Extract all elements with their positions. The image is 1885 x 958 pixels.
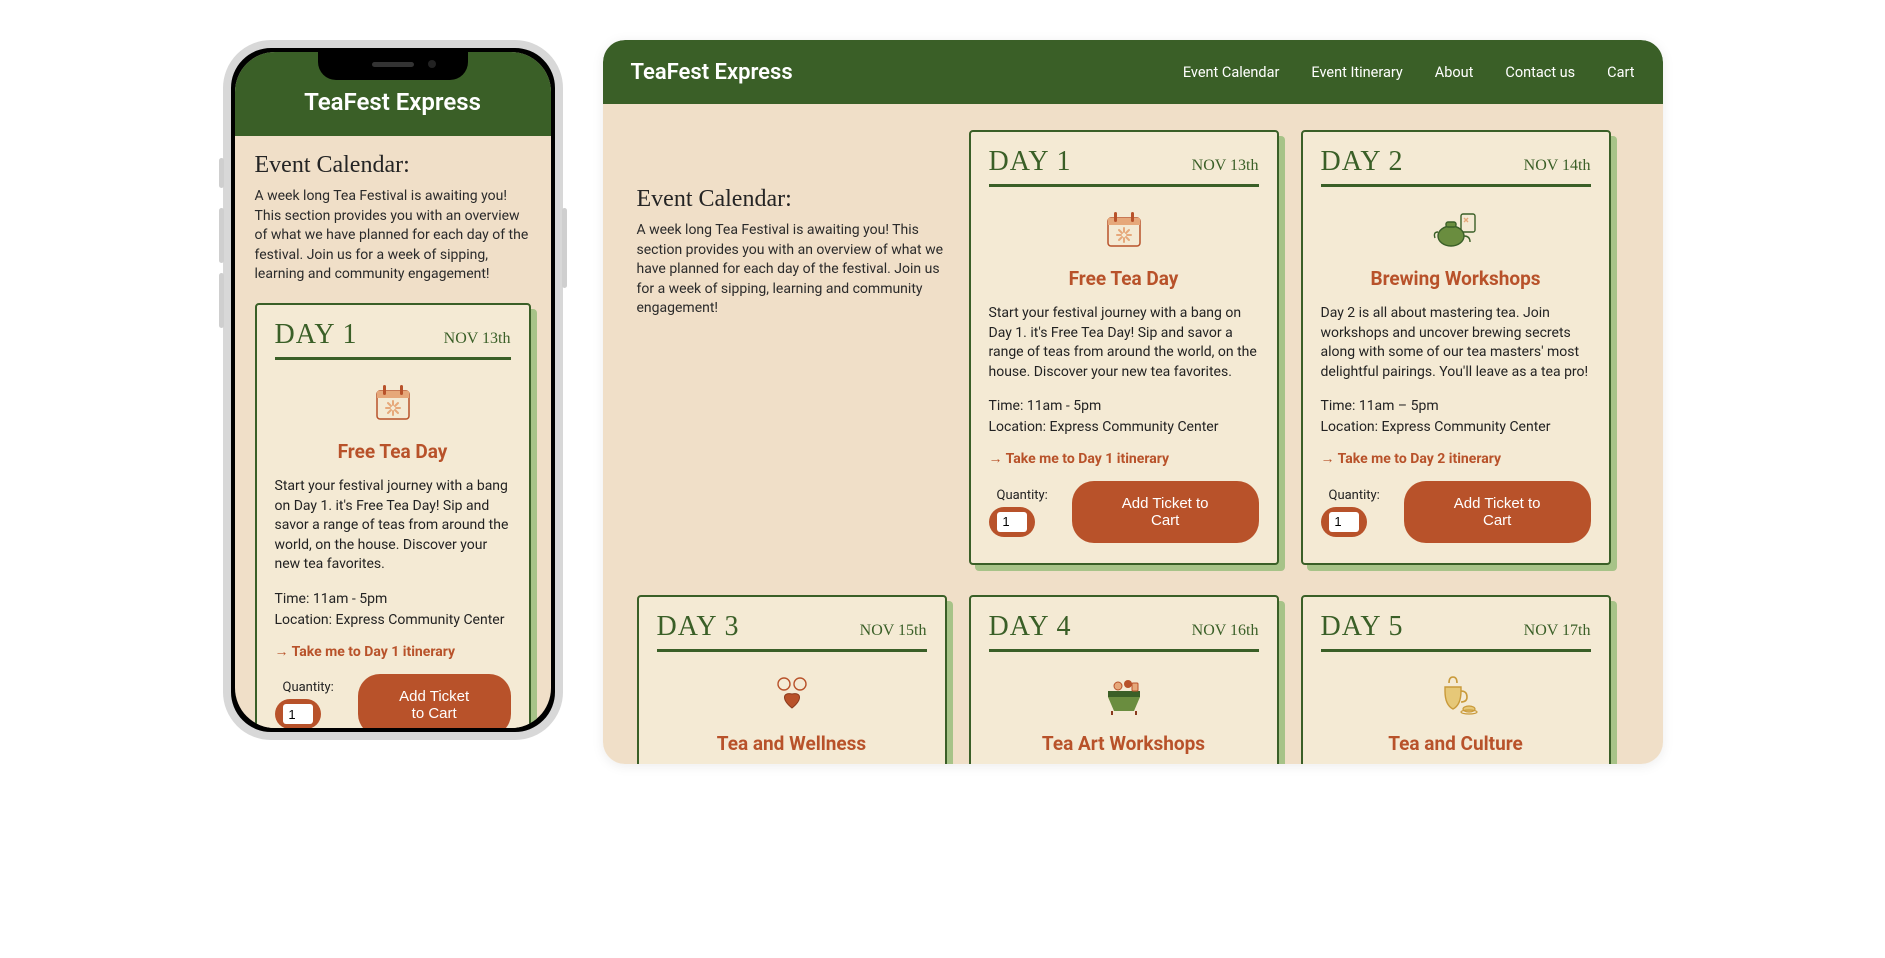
brand-title: TeaFest Express xyxy=(304,88,481,116)
card-title: Tea and Culture xyxy=(1321,732,1591,755)
card-meta: Time: 11am – 5pm Location: Express Commu… xyxy=(1321,396,1591,438)
quantity-label: Quantity: xyxy=(283,680,334,695)
card-title: Tea and Wellness xyxy=(657,732,927,755)
nav-contact[interactable]: Contact us xyxy=(1505,64,1575,81)
day-label: DAY 2 xyxy=(1321,146,1404,178)
day-label: DAY 4 xyxy=(989,611,1072,643)
day-date: NOV 17th xyxy=(1524,622,1591,640)
day-label: DAY 3 xyxy=(657,611,740,643)
day-card-5: DAY 5 NOV 17th Tea and Culture Day 5 is … xyxy=(1301,595,1611,764)
culture-teapot-icon xyxy=(1321,666,1591,724)
card-title: Tea Art Workshops xyxy=(989,732,1259,755)
phone-button xyxy=(219,158,224,188)
nav-cart[interactable]: Cart xyxy=(1607,64,1634,81)
phone-button xyxy=(562,208,567,288)
section-heading: Event Calendar: xyxy=(255,152,531,179)
quantity-stepper[interactable] xyxy=(1329,512,1359,532)
phone-mockup: TeaFest Express Event Calendar: A week l… xyxy=(223,40,563,740)
quantity-control xyxy=(989,507,1035,537)
time-text: Time: 11am – 5pm xyxy=(1321,396,1591,417)
quantity-label: Quantity: xyxy=(997,488,1048,503)
section-heading: Event Calendar: xyxy=(637,186,947,213)
nav-event-itinerary[interactable]: Event Itinerary xyxy=(1311,64,1402,81)
day-card-3: DAY 3 NOV 15th Tea and Wellness Day 3 co… xyxy=(637,595,947,764)
card-title: Free Tea Day xyxy=(989,267,1259,290)
day-date: NOV 15th xyxy=(860,622,927,640)
phone-button xyxy=(219,273,224,328)
card-meta: Time: 11am - 5pm Location: Express Commu… xyxy=(989,396,1259,438)
card-title: Free Tea Day xyxy=(275,440,511,463)
desktop-header: TeaFest Express Event Calendar Event Iti… xyxy=(603,40,1663,104)
card-description: Start your festival journey with a bang … xyxy=(275,477,511,575)
add-to-cart-button[interactable]: Add Ticket to Cart xyxy=(358,674,511,728)
day-card-1: DAY 1 NOV 13th xyxy=(969,130,1279,565)
day-card-4: DAY 4 NOV 16th Tea Art Workshops D xyxy=(969,595,1279,764)
add-to-cart-button[interactable]: Add Ticket to Cart xyxy=(1404,481,1591,543)
day-date: NOV 13th xyxy=(444,330,511,348)
main-nav: Event Calendar Event Itinerary About Con… xyxy=(1183,64,1635,81)
day-date: NOV 16th xyxy=(1192,622,1259,640)
nav-about[interactable]: About xyxy=(1435,64,1474,81)
quantity-label: Quantity: xyxy=(1329,488,1380,503)
day-card-2: DAY 2 NOV 14th Brewing Workshops Day 2 i… xyxy=(1301,130,1611,565)
calendar-icon xyxy=(275,374,511,432)
location-text: Location: Express Community Center xyxy=(1321,417,1591,438)
itinerary-link[interactable]: → Take me to Day 1 itinerary xyxy=(989,450,1259,467)
desktop-mockup: TeaFest Express Event Calendar Event Iti… xyxy=(603,40,1663,764)
day-label: DAY 1 xyxy=(989,146,1072,178)
time-text: Time: 11am - 5pm xyxy=(989,396,1259,417)
intro-block: Event Calendar: A week long Tea Festival… xyxy=(637,130,947,319)
phone-viewport: TeaFest Express Event Calendar: A week l… xyxy=(235,52,551,728)
add-to-cart-button[interactable]: Add Ticket to Cart xyxy=(1072,481,1259,543)
quantity-control xyxy=(1321,507,1367,537)
teapot-icon xyxy=(1321,201,1591,259)
quantity-control xyxy=(275,699,321,728)
calendar-icon xyxy=(989,201,1259,259)
section-description: A week long Tea Festival is awaiting you… xyxy=(255,187,531,285)
quantity-stepper[interactable] xyxy=(283,704,313,724)
card-description: Start your festival journey with a bang … xyxy=(989,304,1259,382)
quantity-stepper[interactable] xyxy=(997,512,1027,532)
time-text: Time: 11am - 5pm xyxy=(275,589,511,610)
phone-button xyxy=(219,208,224,263)
art-table-icon xyxy=(989,666,1259,724)
itinerary-link[interactable]: → Take me to Day 1 itinerary xyxy=(275,643,511,660)
card-meta: Time: 11am - 5pm Location: Express Commu… xyxy=(275,589,511,631)
day-date: NOV 14th xyxy=(1524,157,1591,175)
itinerary-link[interactable]: → Take me to Day 2 itinerary xyxy=(1321,450,1591,467)
day-date: NOV 13th xyxy=(1192,157,1259,175)
nav-event-calendar[interactable]: Event Calendar xyxy=(1183,64,1280,81)
brand-title: TeaFest Express xyxy=(631,60,793,85)
phone-notch xyxy=(318,52,468,80)
day-card-1: DAY 1 NOV 13th xyxy=(255,303,531,728)
card-title: Brewing Workshops xyxy=(1321,267,1591,290)
location-text: Location: Express Community Center xyxy=(989,417,1259,438)
card-description: Day 2 is all about mastering tea. Join w… xyxy=(1321,304,1591,382)
wellness-icon xyxy=(657,666,927,724)
location-text: Location: Express Community Center xyxy=(275,610,511,631)
section-description: A week long Tea Festival is awaiting you… xyxy=(637,221,947,319)
day-label: DAY 1 xyxy=(275,319,358,351)
day-label: DAY 5 xyxy=(1321,611,1404,643)
